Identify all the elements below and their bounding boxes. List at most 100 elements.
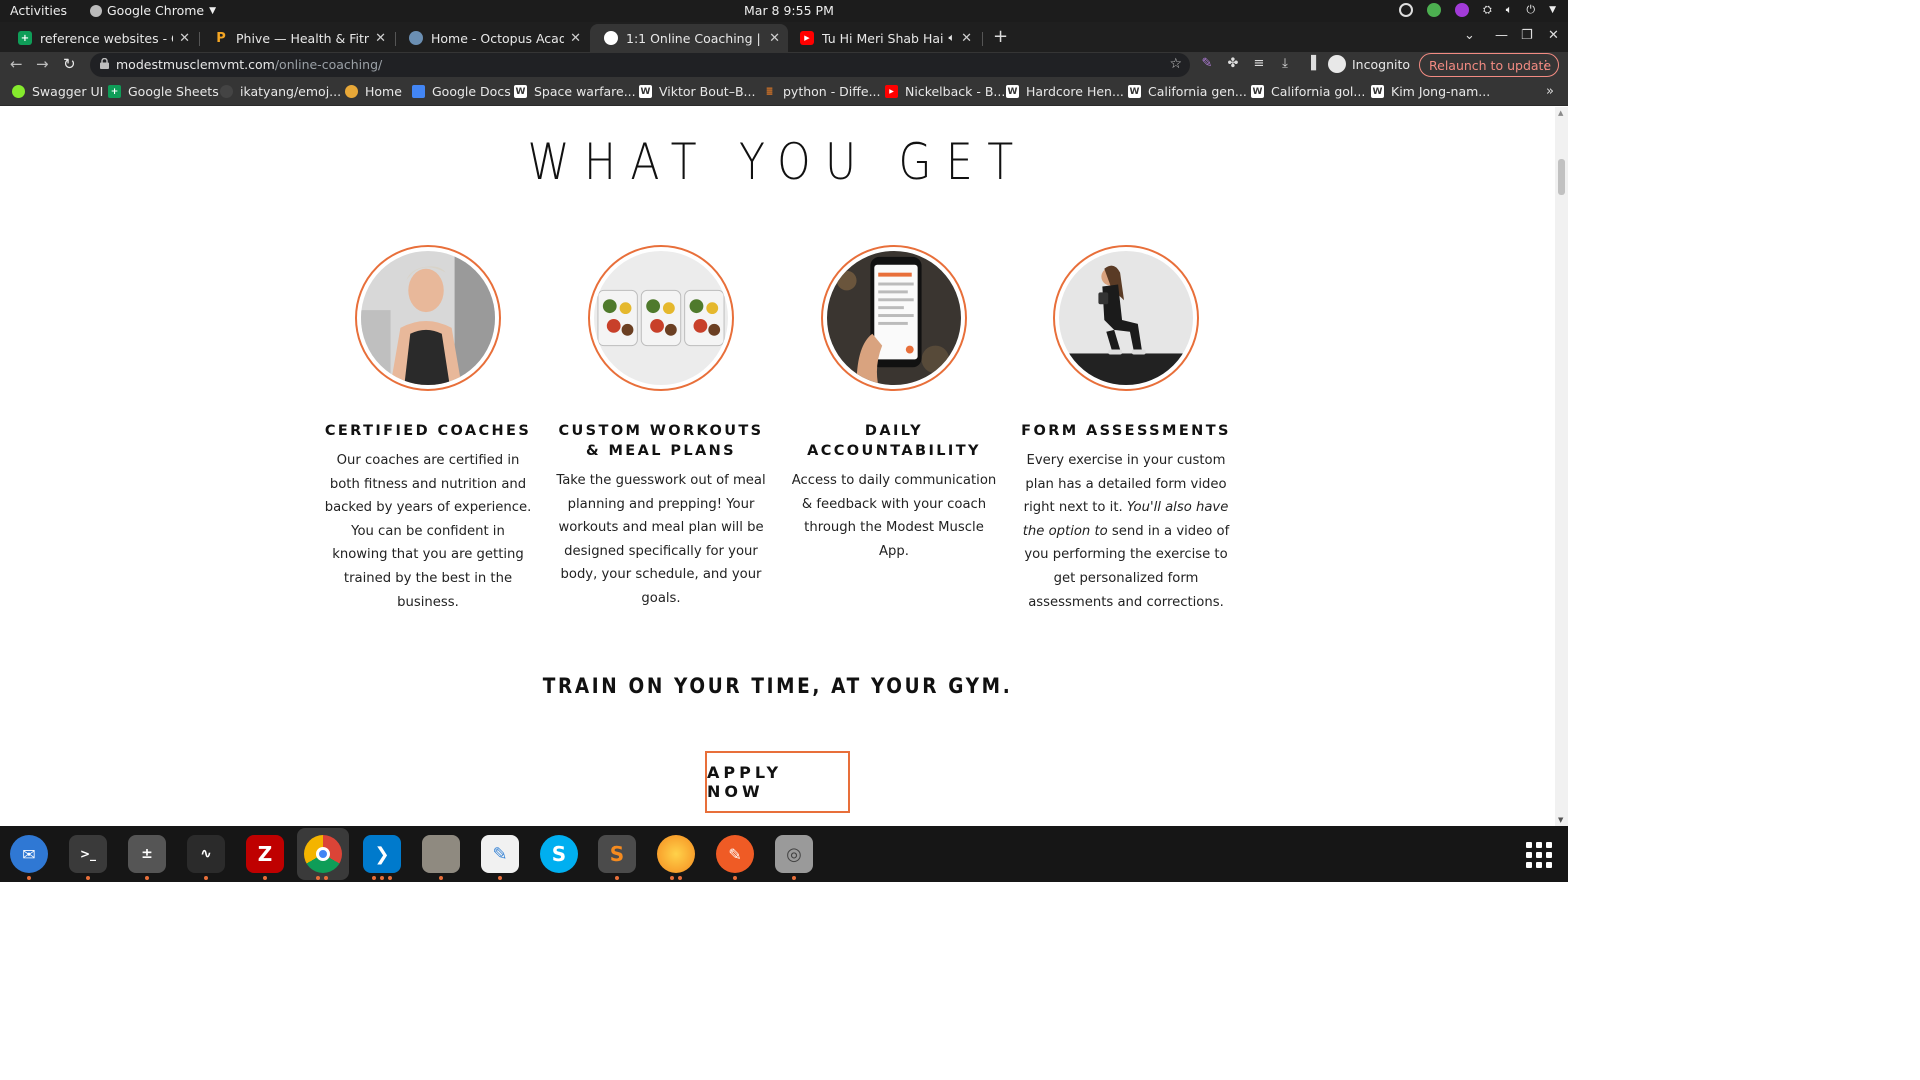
bookmark-space-warfare[interactable]: W Space warfare... [514,84,636,99]
restore-icon[interactable]: ❐ [1521,28,1533,43]
tab-online-coaching[interactable]: 1:1 Online Coaching | Moc ✕ [590,24,788,52]
bookmark-python-diff[interactable]: ≣ python - Diffe... [763,84,881,99]
running-indicator [204,876,208,880]
reload-icon[interactable]: ↻ [63,55,76,73]
url-text[interactable]: modestmusclemvmt.com/online-coaching/ [116,57,382,72]
new-tab-button[interactable]: + [993,28,1008,46]
chrome-icon[interactable] [304,835,342,873]
close-window-icon[interactable]: ✕ [1548,28,1559,43]
bookmark-nickelback[interactable]: ▶ Nickelback - B... [885,84,1005,99]
bookmarks-bar: Swagger UI + Google Sheets ikatyang/emoj.… [0,79,1568,106]
volume-icon[interactable]: 🔈︎ [1506,3,1513,17]
tab-strip: + reference websites - Goog ✕ P Phive — … [0,22,1568,52]
kebab-menu-icon[interactable]: ⋮ [1540,57,1553,72]
tab-youtube-song[interactable]: ▶ Tu Hi Meri Shab Hai - F 🔈︎ ✕ [786,24,980,52]
terminal-icon[interactable]: >_ [69,835,107,873]
filezilla-icon[interactable]: Z [246,835,284,873]
network-icon[interactable]: ⛭ [1483,3,1492,17]
lock-icon[interactable] [100,58,109,69]
bookmark-swagger-ui[interactable]: Swagger UI [12,84,103,99]
tab-phive[interactable]: P Phive — Health & Fitness ✕ [200,24,394,52]
app-menu[interactable]: Google Chrome ▼ [90,3,216,18]
bookmark-kim-jong-nam[interactable]: W Kim Jong-nam... [1371,84,1490,99]
color-app-icon[interactable] [1454,3,1469,17]
calculator-icon[interactable]: ± [128,835,166,873]
feature-title: CUSTOM WORKOUTS & MEAL PLANS [558,423,764,459]
shield-check-icon[interactable] [1426,3,1441,17]
scrollbar-thumb[interactable] [1558,159,1565,195]
bookmark-label: California gen... [1148,84,1247,99]
tab-reference-websites[interactable]: + reference websites - Goog ✕ [4,24,198,52]
bookmark-hardcore-henry[interactable]: W Hardcore Hen... [1006,84,1124,99]
relaunch-to-update-button[interactable]: Relaunch to update ⋮ [1419,53,1559,77]
web-page: WHAT YOU GET CERTIFIED COACHES Our coach… [0,107,1568,826]
system-monitor-icon[interactable]: ∿ [187,835,225,873]
activities-button[interactable]: Activities [10,3,67,18]
close-icon[interactable]: ✕ [769,31,780,46]
speaker-icon[interactable]: 🔈︎ [948,31,955,45]
running-indicator [86,876,90,880]
tab-title: Phive — Health & Fitness [236,30,370,46]
running-indicator [263,876,267,880]
chevron-down-icon[interactable]: ▼ [1549,5,1556,15]
tab-octopus-academy[interactable]: Home - Octopus Academy ✕ [395,24,589,52]
bookmark-ikatyang-emoji[interactable]: ikatyang/emoj... [220,84,341,99]
bookmark-google-sheets[interactable]: + Google Sheets [108,84,219,99]
scroll-up-arrow-icon[interactable]: ▲ [1558,109,1563,117]
close-icon[interactable]: ✕ [961,31,972,46]
bookmark-google-docs[interactable]: Google Docs [412,84,511,99]
scroll-down-arrow-icon[interactable]: ▼ [1558,816,1563,824]
apply-now-button[interactable]: APPLY NOW [705,751,850,813]
page-scrollbar[interactable]: ▲ ▼ [1555,107,1568,826]
incognito-indicator[interactable]: Incognito [1328,55,1410,73]
wikipedia-icon: W [1006,85,1019,98]
more-bookmarks-icon[interactable]: » [1546,84,1554,99]
feather-extension-icon[interactable]: ✎ [1200,57,1214,71]
tab-search-icon[interactable]: ⌄ [1464,28,1475,43]
relaunch-label: Relaunch to update [1429,58,1552,73]
chrome-small-icon [90,4,102,17]
skype-icon[interactable]: S [540,835,578,873]
files-icon[interactable] [422,835,460,873]
thunderbird-icon[interactable]: ✉ [10,835,48,873]
show-applications-icon[interactable] [1526,842,1552,868]
back-arrow-icon[interactable]: ← [10,55,23,73]
close-icon[interactable]: ✕ [375,31,386,46]
address-bar[interactable]: modestmusclemvmt.com/online-coaching/ ☆ [90,53,1190,77]
flame-app-icon[interactable] [657,835,695,873]
minimize-icon[interactable]: — [1495,28,1508,43]
feature-image-frame [355,245,501,391]
close-icon[interactable]: ✕ [570,31,581,46]
feature-custom-workouts: CUSTOM WORKOUTS & MEAL PLANS Take the gu… [556,245,766,611]
feature-form-assessments: FORM ASSESSMENTS Every exercise in your … [1021,245,1231,614]
bookmark-viktor-bout[interactable]: W Viktor Bout–B... [639,84,755,99]
side-panel-icon[interactable]: ▐ [1304,57,1318,71]
running-indicator [316,876,320,880]
running-indicator [388,876,392,880]
vpn-icon[interactable] [1398,3,1413,17]
bookmark-star-icon[interactable]: ☆ [1169,56,1182,72]
system-tray[interactable]: ⛭ 🔈︎ ⏻ ▼ [1398,3,1556,17]
bookmark-california-gol[interactable]: W California gol... [1251,84,1365,99]
text-editor-icon[interactable]: ✎ [481,835,519,873]
close-icon[interactable]: ✕ [179,31,190,46]
running-indicator [678,876,682,880]
download-icon[interactable]: ⤓ [1278,57,1292,71]
postman-icon[interactable]: ✎ [716,835,754,873]
meal-prep-photo [594,251,728,385]
github-icon [220,85,233,98]
clock[interactable]: Mar 8 9:55 PM [744,3,834,18]
youtube-icon: ▶ [800,31,814,45]
running-indicator [733,876,737,880]
bookmark-home[interactable]: Home [345,84,402,99]
bookmark-california-gen[interactable]: W California gen... [1128,84,1247,99]
disk-icon[interactable]: ◎ [775,835,813,873]
youtube-icon: ▶ [885,85,898,98]
incognito-label: Incognito [1352,56,1411,72]
forward-arrow-icon[interactable]: → [36,55,49,73]
extensions-puzzle-icon[interactable]: ✤ [1226,57,1240,71]
vscode-icon[interactable]: ❯ [363,835,401,873]
sublime-text-icon[interactable]: S [598,835,636,873]
power-icon[interactable]: ⏻ [1526,3,1535,17]
reading-list-icon[interactable]: ≡ [1252,57,1266,71]
